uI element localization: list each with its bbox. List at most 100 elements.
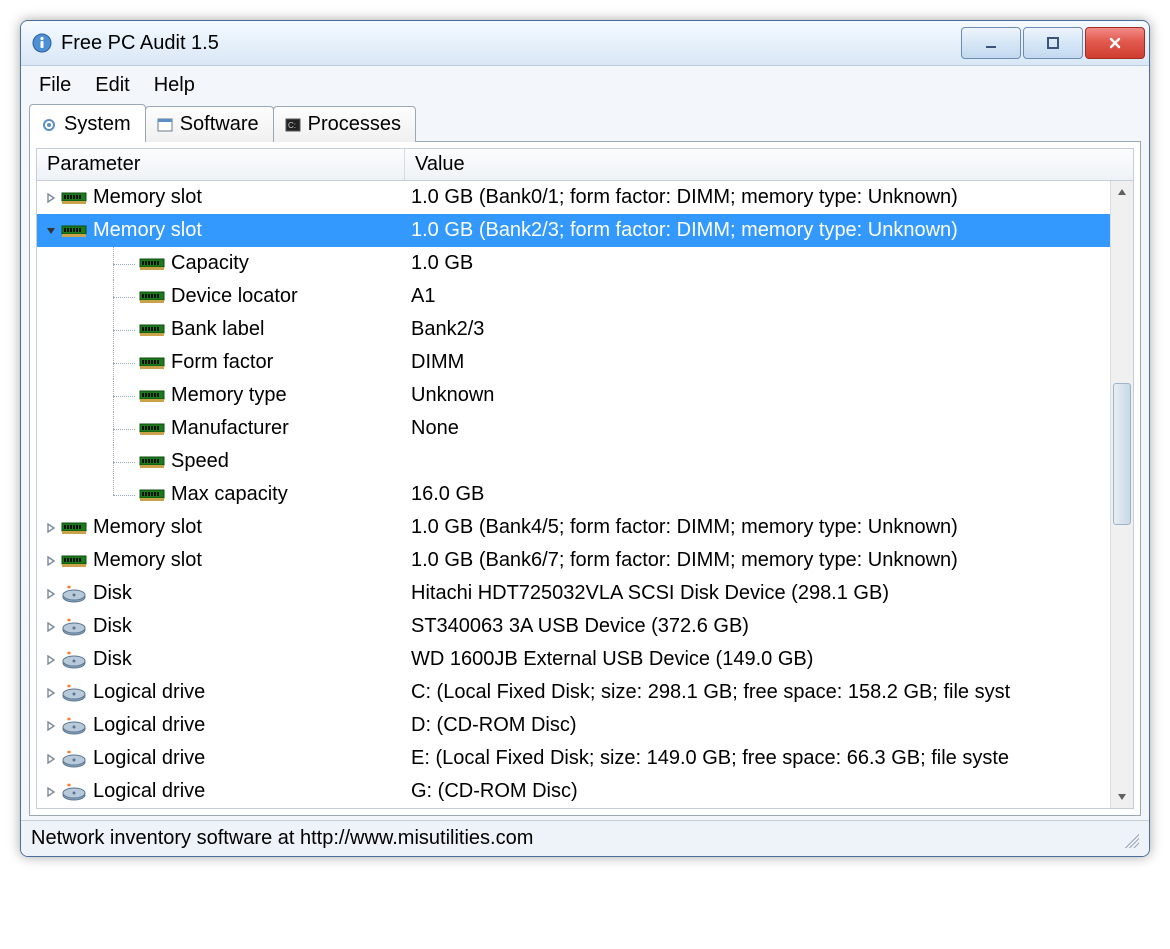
tree-node-row[interactable]: Memory slot1.0 GB (Bank2/3; form factor:… <box>37 214 1133 247</box>
ram-icon <box>61 188 87 208</box>
row-label: Memory slot <box>93 186 202 209</box>
cell-value: Hitachi HDT725032VLA SCSI Disk Device (2… <box>405 582 1133 605</box>
tree-node-row[interactable]: Logical driveC: (Local Fixed Disk; size:… <box>37 676 1133 709</box>
expand-icon[interactable] <box>43 718 59 734</box>
menu-file[interactable]: File <box>29 72 81 99</box>
tree-node-row[interactable]: DiskST340063 3A USB Device (372.6 GB) <box>37 610 1133 643</box>
row-label: Manufacturer <box>171 417 289 440</box>
scroll-track[interactable] <box>1111 203 1133 786</box>
tree-line-icon <box>99 478 139 511</box>
titlebar[interactable]: Free PC Audit 1.5 <box>21 21 1149 66</box>
grid-body[interactable]: Memory slot1.0 GB (Bank0/1; form factor:… <box>37 181 1133 808</box>
ram-icon <box>139 419 165 439</box>
cell-value: Bank2/3 <box>405 318 1133 341</box>
tree-node-row[interactable]: Logical driveE: (Local Fixed Disk; size:… <box>37 742 1133 775</box>
resize-grip-icon[interactable] <box>1121 830 1139 848</box>
tree-line-icon <box>99 412 139 445</box>
column-value[interactable]: Value <box>405 149 1133 180</box>
tree-line-icon <box>99 247 139 280</box>
ram-icon <box>139 353 165 373</box>
vertical-scrollbar[interactable] <box>1110 181 1133 808</box>
cell-parameter: Memory type <box>37 379 405 412</box>
tree-child-row[interactable]: Form factorDIMM <box>37 346 1133 379</box>
row-label: Speed <box>171 450 229 473</box>
cell-parameter: Logical drive <box>37 714 405 737</box>
cell-parameter: Manufacturer <box>37 412 405 445</box>
expand-icon[interactable] <box>43 619 59 635</box>
tree-node-row[interactable]: Memory slot1.0 GB (Bank6/7; form factor:… <box>37 544 1133 577</box>
tree-child-row[interactable]: Bank labelBank2/3 <box>37 313 1133 346</box>
tree-child-row[interactable]: ManufacturerNone <box>37 412 1133 445</box>
ram-icon <box>61 518 87 538</box>
cell-parameter: Disk <box>37 648 405 671</box>
cell-value: WD 1600JB External USB Device (149.0 GB) <box>405 648 1133 671</box>
menu-help[interactable]: Help <box>144 72 205 99</box>
tab-software[interactable]: Software <box>145 106 274 142</box>
tree-child-row[interactable]: Capacity1.0 GB <box>37 247 1133 280</box>
tree-node-row[interactable]: Logical drive D: (CD-ROM Disc) <box>37 709 1133 742</box>
tab-label: Processes <box>308 113 401 136</box>
ram-icon <box>139 485 165 505</box>
terminal-icon: C: <box>284 116 302 134</box>
tree-node-row[interactable]: Memory slot1.0 GB (Bank4/5; form factor:… <box>37 511 1133 544</box>
svg-text:C:: C: <box>288 121 296 130</box>
scroll-down-icon[interactable] <box>1111 786 1133 808</box>
row-label: Memory slot <box>93 549 202 572</box>
menu-edit[interactable]: Edit <box>85 72 139 99</box>
close-button[interactable] <box>1085 27 1145 59</box>
info-icon <box>31 32 53 54</box>
menubar: File Edit Help <box>21 66 1149 103</box>
tree-node-row[interactable]: DiskHitachi HDT725032VLA SCSI Disk Devic… <box>37 577 1133 610</box>
tree-child-row[interactable]: Device locatorA1 <box>37 280 1133 313</box>
row-label: Logical drive <box>93 714 205 737</box>
window-icon <box>156 116 174 134</box>
cell-parameter: Speed <box>37 445 405 478</box>
statusbar: Network inventory software at http://www… <box>21 820 1149 856</box>
disk-icon <box>61 584 87 604</box>
column-parameter[interactable]: Parameter <box>37 149 405 180</box>
cell-parameter: Memory slot <box>37 549 405 572</box>
expand-icon[interactable] <box>43 685 59 701</box>
cell-parameter: Memory slot <box>37 219 405 242</box>
tree-node-row[interactable]: Memory slot1.0 GB (Bank0/1; form factor:… <box>37 181 1133 214</box>
row-label: Logical drive <box>93 681 205 704</box>
tab-processes[interactable]: C: Processes <box>273 106 416 142</box>
cell-value: 16.0 GB <box>405 483 1133 506</box>
ram-icon <box>139 452 165 472</box>
gear-icon <box>40 116 58 134</box>
tree-child-row[interactable]: Max capacity16.0 GB <box>37 478 1133 511</box>
scroll-thumb[interactable] <box>1113 383 1131 525</box>
expand-icon[interactable] <box>43 751 59 767</box>
tree-line-icon <box>99 346 139 379</box>
tree-line-icon <box>99 445 139 478</box>
row-label: Form factor <box>171 351 273 374</box>
minimize-button[interactable] <box>961 27 1021 59</box>
ram-icon <box>61 221 87 241</box>
collapse-icon[interactable] <box>43 223 59 239</box>
expand-icon[interactable] <box>43 784 59 800</box>
expand-icon[interactable] <box>43 520 59 536</box>
cell-value: Unknown <box>405 384 1133 407</box>
tree-child-row[interactable]: Speed <box>37 445 1133 478</box>
tab-label: Software <box>180 113 259 136</box>
cell-value: D: (CD-ROM Disc) <box>405 714 1133 737</box>
drive-icon <box>61 749 87 769</box>
tab-system[interactable]: System <box>29 104 146 142</box>
tree-node-row[interactable]: DiskWD 1600JB External USB Device (149.0… <box>37 643 1133 676</box>
expand-icon[interactable] <box>43 190 59 206</box>
expand-icon[interactable] <box>43 553 59 569</box>
tree-node-row[interactable]: Logical driveG: (CD-ROM Disc) <box>37 775 1133 808</box>
scroll-up-icon[interactable] <box>1111 181 1133 203</box>
row-label: Logical drive <box>93 747 205 770</box>
row-label: Memory slot <box>93 516 202 539</box>
cell-parameter: Logical drive <box>37 747 405 770</box>
maximize-button[interactable] <box>1023 27 1083 59</box>
expand-icon[interactable] <box>43 586 59 602</box>
app-window: Free PC Audit 1.5 File Edit Help System <box>20 20 1150 857</box>
tree-line-icon <box>99 313 139 346</box>
cell-value: 1.0 GB (Bank2/3; form factor: DIMM; memo… <box>405 219 1133 242</box>
expand-icon[interactable] <box>43 652 59 668</box>
cell-value: 1.0 GB <box>405 252 1133 275</box>
tabstrip: System Software C: Processes <box>21 103 1149 141</box>
tree-child-row[interactable]: Memory typeUnknown <box>37 379 1133 412</box>
